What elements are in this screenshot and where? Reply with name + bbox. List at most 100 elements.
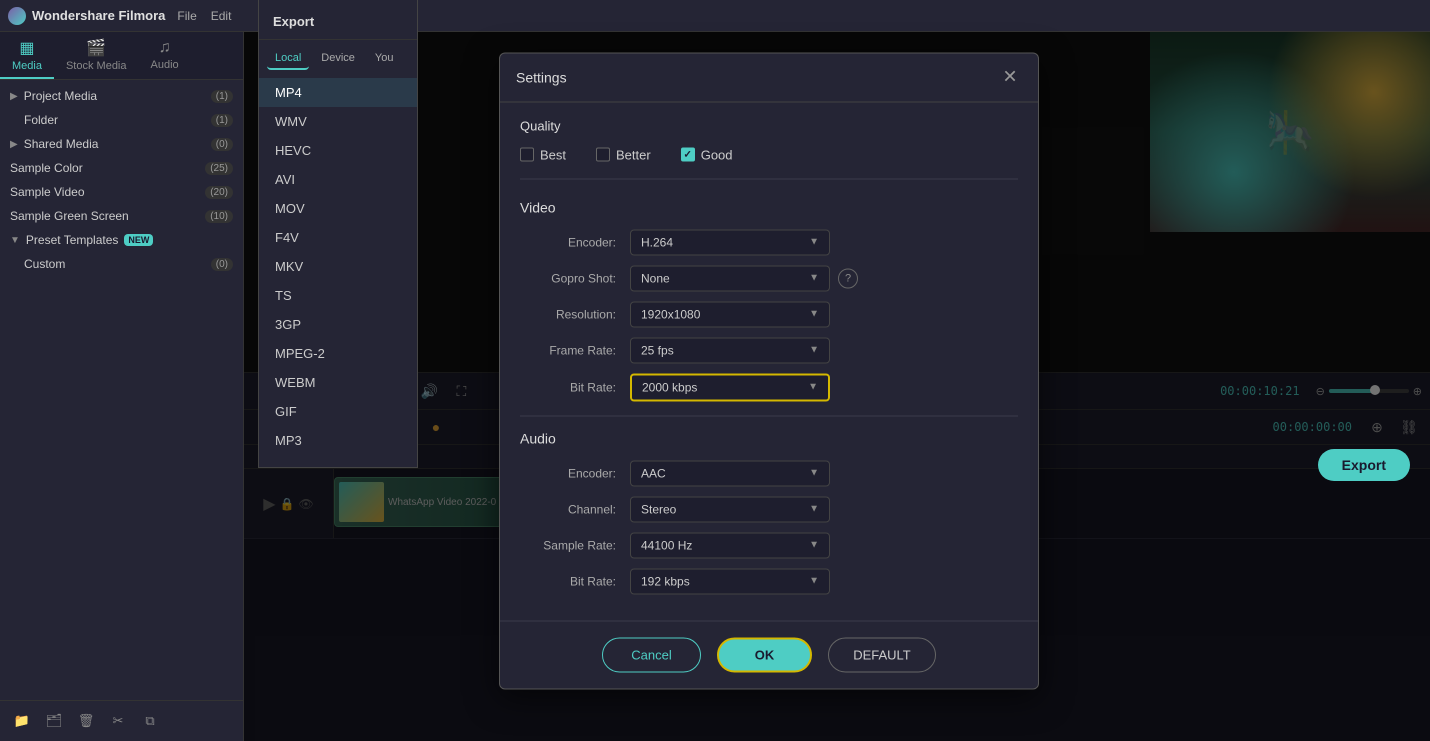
tree-shared-media[interactable]: ▶ Shared Media (0): [0, 132, 243, 156]
format-mov[interactable]: MOV: [259, 194, 417, 223]
new-folder-button[interactable]: 🗂: [42, 709, 66, 733]
encoder-value: H.264: [641, 235, 673, 249]
export-dialog: Export Local Device You MP4 WMV HEVC AVI…: [258, 0, 418, 468]
tree-section: ▶ Project Media (1) Folder (1) ▶ Shared …: [0, 80, 243, 280]
gopro-arrow-icon: ▼: [809, 273, 819, 284]
brand-logo: [8, 7, 26, 25]
tree-sample-video[interactable]: Sample Video (20): [0, 180, 243, 204]
sidebar-actions: 📁 🗂 🗑 ✂ ⧉: [0, 700, 243, 741]
new-badge: NEW: [124, 234, 153, 246]
format-avi[interactable]: AVI: [259, 165, 417, 194]
dialog-body: Quality Best Better Good Video Encoder:: [500, 102, 1038, 620]
export-tab-device[interactable]: Device: [313, 48, 363, 70]
video-section-label: Video: [520, 199, 1018, 215]
encoder-select[interactable]: H.264 ▼: [630, 229, 830, 255]
tab-audio-label: Audio: [151, 59, 179, 71]
dialog-footer: Cancel OK DEFAULT: [500, 620, 1038, 688]
add-folder-button[interactable]: 📁: [10, 709, 34, 733]
menu-file[interactable]: File: [177, 9, 196, 23]
tree-preset-templates[interactable]: ▼ Preset Templates NEW: [0, 228, 243, 252]
sample-video-label: Sample Video: [10, 185, 85, 199]
tab-stock-media[interactable]: 🎬 Stock Media: [54, 32, 139, 79]
gopro-row: Gopro Shot: None ▼ ?: [520, 265, 1018, 291]
frame-rate-select[interactable]: 25 fps ▼: [630, 337, 830, 363]
gopro-select[interactable]: None ▼: [630, 265, 830, 291]
tree-project-media[interactable]: ▶ Project Media (1): [0, 84, 243, 108]
menu-edit[interactable]: Edit: [211, 9, 232, 23]
sample-green-badge: (10): [205, 210, 233, 223]
format-wmv[interactable]: WMV: [259, 107, 417, 136]
sample-color-label: Sample Color: [10, 161, 83, 175]
format-mp4[interactable]: MP4: [259, 78, 417, 107]
audio-section-label: Audio: [520, 430, 1018, 446]
audio-bit-rate-select[interactable]: 192 kbps ▼: [630, 568, 830, 594]
video-bit-rate-arrow-icon: ▼: [808, 382, 818, 393]
quality-label: Quality: [520, 118, 1018, 133]
export-tab-row: Local Device You: [259, 44, 417, 74]
audio-encoder-select[interactable]: AAC ▼: [630, 460, 830, 486]
resolution-value: 1920x1080: [641, 307, 700, 321]
format-hevc[interactable]: HEVC: [259, 136, 417, 165]
sample-rate-arrow-icon: ▼: [809, 540, 819, 551]
tree-sample-color[interactable]: Sample Color (25): [0, 156, 243, 180]
sample-rate-select[interactable]: 44100 Hz ▼: [630, 532, 830, 558]
format-mp3[interactable]: MP3: [259, 426, 417, 455]
gopro-help-button[interactable]: ?: [838, 268, 858, 288]
audio-bit-rate-label: Bit Rate:: [520, 574, 630, 588]
tree-folder[interactable]: Folder (1): [0, 108, 243, 132]
shared-media-label: Shared Media: [24, 137, 99, 151]
format-f4v[interactable]: F4V: [259, 223, 417, 252]
tab-audio[interactable]: ♫ Audio: [139, 32, 191, 79]
resolution-select[interactable]: 1920x1080 ▼: [630, 301, 830, 327]
sidebar: ▦ Media 🎬 Stock Media ♫ Audio ▶: [0, 32, 244, 741]
dialog-close-button[interactable]: ✕: [998, 65, 1022, 89]
audio-bit-rate-row: Bit Rate: 192 kbps ▼: [520, 568, 1018, 594]
tree-sample-green-screen[interactable]: Sample Green Screen (10): [0, 204, 243, 228]
chevron-right-icon-2: ▶: [10, 139, 18, 150]
tab-media-label: Media: [12, 60, 42, 72]
sample-rate-value: 44100 Hz: [641, 538, 692, 552]
checkbox-better[interactable]: [596, 148, 610, 162]
project-media-badge: (1): [211, 90, 233, 103]
default-button[interactable]: DEFAULT: [828, 637, 936, 672]
scissors-button[interactable]: ✂: [106, 709, 130, 733]
cancel-button[interactable]: Cancel: [602, 637, 700, 672]
format-webm[interactable]: WEBM: [259, 368, 417, 397]
quality-better[interactable]: Better: [596, 147, 651, 162]
frame-rate-label: Frame Rate:: [520, 343, 630, 357]
frame-rate-arrow-icon: ▼: [809, 345, 819, 356]
chevron-right-icon: ▶: [10, 91, 18, 102]
export-dialog-title: Export: [259, 8, 417, 40]
channel-select[interactable]: Stereo ▼: [630, 496, 830, 522]
channel-value: Stereo: [641, 502, 676, 516]
gopro-value: None: [641, 271, 670, 285]
export-tab-you[interactable]: You: [367, 48, 402, 70]
quality-good[interactable]: Good: [681, 147, 733, 162]
resolution-row: Resolution: 1920x1080 ▼: [520, 301, 1018, 327]
tab-stock-label: Stock Media: [66, 60, 127, 72]
video-bit-rate-select[interactable]: 2000 kbps ▼: [630, 373, 830, 401]
quality-best[interactable]: Best: [520, 147, 566, 162]
sample-rate-row: Sample Rate: 44100 Hz ▼: [520, 532, 1018, 558]
frame-rate-value: 25 fps: [641, 343, 674, 357]
tab-media[interactable]: ▦ Media: [0, 32, 54, 79]
checkbox-best[interactable]: [520, 148, 534, 162]
export-tab-local[interactable]: Local: [267, 48, 309, 70]
audio-encoder-label: Encoder:: [520, 466, 630, 480]
ok-button[interactable]: OK: [717, 637, 813, 672]
copy-button[interactable]: ⧉: [138, 709, 162, 733]
format-gif[interactable]: GIF: [259, 397, 417, 426]
section-separator: [520, 415, 1018, 416]
quality-better-label: Better: [616, 147, 651, 162]
delete-button[interactable]: 🗑: [74, 709, 98, 733]
dialog-header: Settings ✕: [500, 53, 1038, 102]
channel-arrow-icon: ▼: [809, 504, 819, 515]
format-3gp[interactable]: 3GP: [259, 310, 417, 339]
format-mpeg2[interactable]: MPEG-2: [259, 339, 417, 368]
format-ts[interactable]: TS: [259, 281, 417, 310]
export-main-button[interactable]: Export: [1318, 449, 1410, 481]
tree-custom[interactable]: Custom (0): [0, 252, 243, 276]
checkbox-good[interactable]: [681, 148, 695, 162]
preset-templates-label: Preset Templates: [26, 233, 119, 247]
format-mkv[interactable]: MKV: [259, 252, 417, 281]
